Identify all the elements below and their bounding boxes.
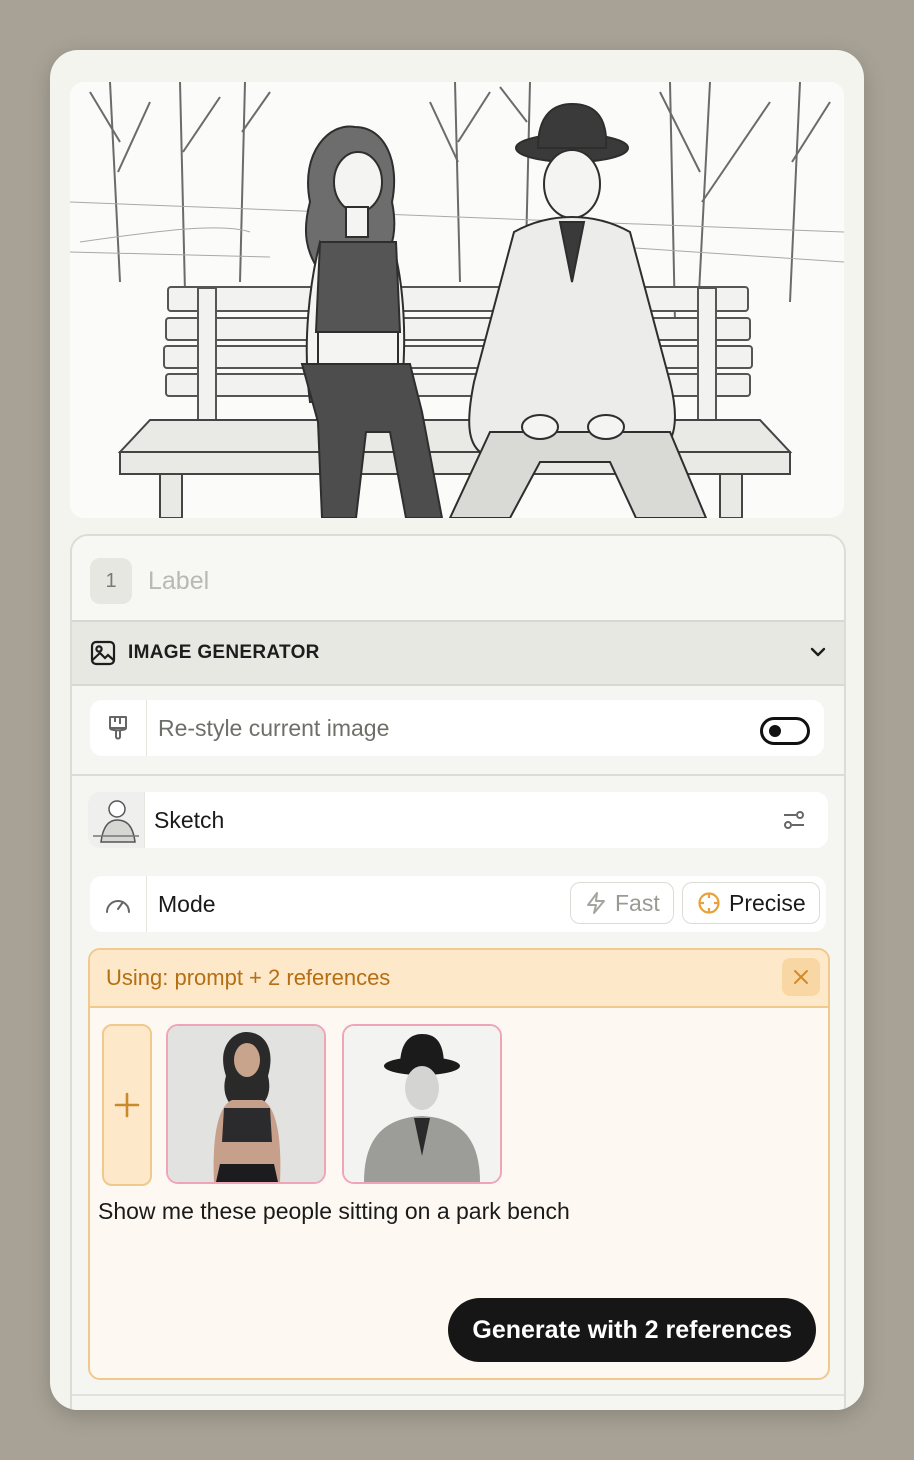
references-header-text: Using: prompt + 2 references	[106, 965, 391, 990]
close-icon[interactable]	[782, 958, 820, 996]
label-input[interactable]	[148, 564, 748, 598]
restyle-row[interactable]: Re-style current image	[90, 700, 824, 756]
node-panel: 1 IMAGE GENERATOR	[70, 534, 846, 1410]
divider	[72, 774, 844, 776]
generator-card: 1 IMAGE GENERATOR	[50, 50, 864, 1410]
chevron-down-icon[interactable]	[808, 642, 828, 667]
restyle-toggle[interactable]	[760, 717, 810, 745]
generated-image[interactable]	[70, 82, 844, 518]
image-icon	[90, 640, 116, 671]
generate-button[interactable]: Generate with 2 references	[448, 1298, 816, 1362]
label-row: 1	[72, 536, 844, 620]
reference-thumbnail-woman[interactable]	[166, 1024, 326, 1184]
paintbrush-icon	[90, 700, 147, 756]
mode-fast-button[interactable]: Fast	[570, 882, 674, 924]
prompt-text[interactable]: Show me these people sitting on a park b…	[98, 1198, 570, 1225]
image-generator-header[interactable]: IMAGE GENERATOR	[72, 620, 844, 686]
sliders-icon[interactable]	[782, 808, 806, 837]
mode-row: Mode Fast Precise	[90, 876, 826, 932]
add-reference-button[interactable]	[102, 1024, 152, 1186]
section-title: IMAGE GENERATOR	[128, 642, 320, 663]
style-row[interactable]: Sketch	[88, 792, 828, 848]
speedometer-icon	[90, 876, 147, 932]
mode-precise-button[interactable]: Precise	[682, 882, 820, 924]
mode-label: Mode	[158, 890, 216, 917]
mode-fast-label: Fast	[615, 889, 660, 916]
style-name: Sketch	[154, 806, 225, 833]
restyle-label: Re-style current image	[158, 714, 390, 741]
panel-footer-divider	[72, 1394, 844, 1396]
mode-precise-label: Precise	[729, 889, 806, 916]
style-thumbnail	[88, 792, 145, 848]
node-number-badge: 1	[90, 558, 132, 604]
references-panel: Using: prompt + 2 references Show me the…	[88, 948, 830, 1380]
reference-thumbnail-man[interactable]	[342, 1024, 502, 1184]
references-header: Using: prompt + 2 references	[90, 950, 828, 1008]
